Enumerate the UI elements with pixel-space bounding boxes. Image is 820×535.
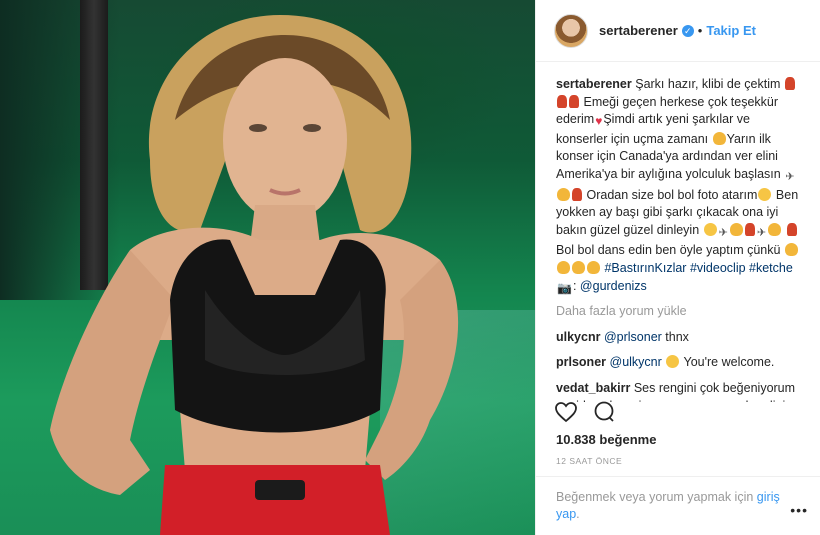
login-prompt-text: Beğenmek veya yorum yapmak için	[556, 490, 754, 504]
comment-username[interactable]: vedat_bakirr	[556, 381, 630, 395]
hashtag-link[interactable]: #videoclip	[690, 261, 746, 275]
comments-area: sertaberener Şarkı hazır, klibi de çekti…	[536, 62, 820, 402]
hand-emoji-icon	[557, 187, 570, 201]
woman-figure	[50, 15, 459, 535]
follow-button[interactable]: Takip Et	[706, 23, 756, 38]
caption-username[interactable]: sertaberener	[556, 77, 632, 91]
speech-bubble-icon[interactable]	[592, 400, 616, 424]
more-options-icon[interactable]: •••	[790, 502, 808, 518]
clap-emoji-icon	[557, 260, 570, 274]
caption-colon: :	[572, 278, 577, 293]
smile-emoji-icon	[758, 187, 772, 201]
comment-text: thnx	[665, 329, 689, 344]
hand-emoji-icon	[712, 131, 726, 145]
mention-link[interactable]: @gurdenizs	[580, 279, 647, 293]
dancer-emoji-icon	[557, 94, 567, 108]
hashtag-link[interactable]: #ketche	[749, 261, 793, 275]
dancer-emoji-icon	[572, 187, 582, 201]
comment-item: vedat_bakirr Ses rengini çok beğeniyorum…	[556, 380, 802, 402]
comment-username[interactable]: prlsoner	[556, 355, 606, 369]
plane-emoji-icon: ✈	[756, 226, 767, 239]
heart-emoji-icon: ♥	[595, 114, 603, 129]
header-username[interactable]: sertaberener	[599, 23, 678, 38]
comment-mention[interactable]: @ulkycnr	[610, 355, 662, 369]
post-timestamp: 12 SAAT ÖNCE	[556, 456, 623, 466]
login-prompt: Beğenmek veya yorum yapmak için giriş ya…	[536, 476, 820, 535]
like-count[interactable]: 10.838 beğenme	[556, 432, 656, 447]
smile-emoji-icon	[666, 355, 680, 369]
dancer-emoji-icon	[786, 222, 797, 236]
header-separator: •	[697, 23, 703, 38]
comment-mention[interactable]: @prlsoner	[604, 330, 662, 344]
login-prompt-end: .	[576, 507, 580, 521]
verified-badge-icon: ✓	[681, 24, 694, 37]
comment-item: ulkycnr @prlsoner thnx	[556, 329, 802, 347]
post-caption: sertaberener Şarkı hazır, klibi de çekti…	[556, 76, 802, 297]
caption-text-7: Bol bol dans edin ben öyle yaptım çünkü	[556, 243, 781, 258]
post-photo[interactable]	[0, 0, 535, 535]
hand-emoji-icon	[768, 222, 782, 236]
caption-text-1: Şarkı hazır, klibi de çektim	[635, 77, 781, 91]
heart-outline-icon[interactable]	[554, 400, 578, 424]
wink-emoji-icon	[703, 222, 717, 236]
post-header: sertaberener ✓ • Takip Et	[536, 0, 820, 62]
avatar[interactable]	[554, 13, 588, 48]
caption-text-5: Oradan size bol bol foto atarım	[586, 187, 758, 202]
dancer-emoji-icon	[569, 94, 579, 108]
hand-emoji-icon	[729, 222, 743, 236]
load-more-comments[interactable]: Daha fazla yorum yükle	[556, 303, 802, 321]
plane-emoji-icon: ✈	[718, 226, 728, 239]
dancer-emoji-icon	[744, 222, 755, 236]
action-bar	[554, 400, 616, 424]
comment-text: You're welcome.	[683, 355, 775, 370]
hashtag-link[interactable]: #BastırınKızlar	[604, 261, 686, 275]
clap-emoji-icon	[587, 260, 600, 274]
clap-emoji-icon	[784, 243, 798, 257]
camera-emoji-icon: 📷	[557, 280, 572, 295]
plane-emoji-icon: ✈	[785, 170, 795, 183]
comment-item: prlsoner @ulkycnr You're welcome.	[556, 354, 802, 372]
clap-emoji-icon	[572, 260, 585, 274]
dancer-emoji-icon	[784, 77, 795, 90]
post-side-panel: sertaberener ✓ • Takip Et sertaberener Ş…	[535, 0, 820, 535]
comment-username[interactable]: ulkycnr	[556, 330, 600, 344]
